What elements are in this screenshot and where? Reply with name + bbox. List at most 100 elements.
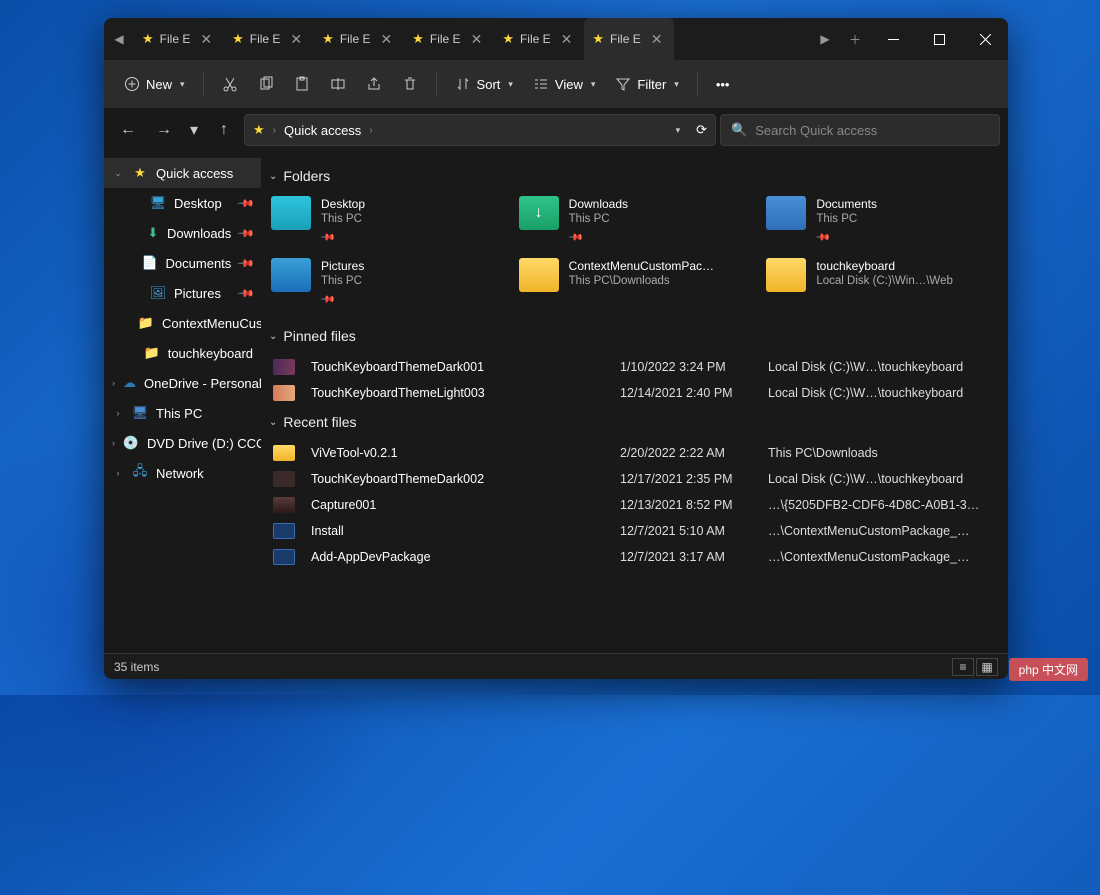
sidebar-item[interactable]: ›🖥This PC [104, 398, 261, 428]
tab-scroll-left[interactable]: ◀ [104, 18, 134, 60]
star-icon: ★ [132, 165, 148, 181]
new-button[interactable]: New▾ [116, 70, 193, 98]
back-button[interactable]: ← [112, 114, 144, 146]
tab[interactable]: ★File E✕ [134, 18, 224, 60]
sidebar-item-label: Pictures [174, 286, 221, 301]
new-tab-button[interactable]: ＋ [840, 31, 870, 48]
paste-button[interactable] [286, 70, 318, 98]
star-icon: ★ [592, 31, 604, 47]
chevron-down-icon: ⌄ [269, 171, 277, 182]
search-input[interactable] [755, 123, 989, 138]
rename-icon [330, 76, 346, 92]
main-body: ⌄★Quick access🖥Desktop📌⬇Downloads📌📄Docum… [104, 152, 1008, 653]
sidebar-item[interactable]: 📄Documents📌 [104, 248, 261, 278]
view-button[interactable]: View▾ [525, 70, 603, 98]
close-button[interactable] [962, 18, 1008, 60]
folder-item[interactable]: ContextMenuCustomPac… This PC\Downloads [517, 256, 745, 308]
file-name: ViVeTool-v0.2.1 [311, 446, 612, 460]
folder-item[interactable]: touchkeyboard Local Disk (C:)\Win…\Web [764, 256, 992, 308]
file-name: TouchKeyboardThemeDark002 [311, 472, 612, 486]
tab[interactable]: ★File E✕ [404, 18, 494, 60]
titlebar: ◀ ★File E✕★File E✕★File E✕★File E✕★File … [104, 18, 1008, 60]
rename-button[interactable] [322, 70, 354, 98]
tab[interactable]: ★File E✕ [494, 18, 584, 60]
tab[interactable]: ★File E✕ [584, 18, 674, 60]
ellipsis-icon: ••• [716, 77, 730, 92]
pinned-section-header[interactable]: ⌄ Pinned files [269, 328, 992, 344]
folder-item[interactable]: Documents This PC 📌 [764, 194, 992, 246]
maximize-button[interactable] [916, 18, 962, 60]
refresh-button[interactable]: ⟳ [696, 122, 707, 138]
sidebar-item[interactable]: 🖥Desktop📌 [104, 188, 261, 218]
sidebar-item[interactable]: ›☁OneDrive - Personal [104, 368, 261, 398]
search-box[interactable]: 🔍 [720, 114, 1000, 146]
expand-icon: › [112, 378, 115, 388]
folder-item[interactable]: ↓ Downloads This PC 📌 [517, 194, 745, 246]
file-date: 2/20/2022 2:22 AM [620, 446, 760, 460]
file-row[interactable]: Add-AppDevPackage 12/7/2021 3:17 AM …\Co… [269, 544, 992, 570]
file-row[interactable]: Capture001 12/13/2021 8:52 PM …\{5205DFB… [269, 492, 992, 518]
history-dropdown[interactable]: ▾ [676, 125, 681, 136]
file-name: Install [311, 524, 612, 538]
folders-section-header[interactable]: ⌄ Folders [269, 168, 992, 184]
sort-icon [455, 76, 471, 92]
more-button[interactable]: ••• [708, 71, 738, 98]
close-tab-button[interactable]: ✕ [286, 29, 306, 50]
sidebar-item-label: Network [156, 466, 204, 481]
sidebar-item[interactable]: ⬇Downloads📌 [104, 218, 261, 248]
file-row[interactable]: TouchKeyboardThemeLight003 12/14/2021 2:… [269, 380, 992, 406]
tab[interactable]: ★File E✕ [224, 18, 314, 60]
search-icon: 🔍 [731, 122, 747, 138]
file-row[interactable]: TouchKeyboardThemeDark001 1/10/2022 3:24… [269, 354, 992, 380]
folder-info: ContextMenuCustomPac… This PC\Downloads [569, 258, 714, 290]
close-tab-button[interactable]: ✕ [557, 29, 577, 50]
close-tab-button[interactable]: ✕ [377, 29, 397, 50]
tab[interactable]: ★File E✕ [314, 18, 404, 60]
desktop-icon: 🖥 [150, 195, 166, 211]
sidebar-item[interactable]: 🖼Pictures📌 [104, 278, 261, 308]
sidebar-item[interactable]: ⌄★Quick access [104, 158, 261, 188]
sidebar-item[interactable]: ›💿DVD Drive (D:) CCCO [104, 428, 261, 458]
copy-button[interactable] [250, 70, 282, 98]
folder-item[interactable]: Pictures This PC 📌 [269, 256, 497, 308]
close-tab-button[interactable]: ✕ [647, 29, 667, 50]
file-location: …\ContextMenuCustomPackage_… [768, 550, 988, 564]
up-button[interactable]: ↑ [208, 114, 240, 146]
new-label: New [146, 77, 172, 92]
recent-section-header[interactable]: ⌄ Recent files [269, 414, 992, 430]
breadcrumb-location[interactable]: Quick access [284, 123, 361, 138]
file-row[interactable]: Install 12/7/2021 5:10 AM …\ContextMenuC… [269, 518, 992, 544]
sidebar-item[interactable]: 📁touchkeyboard [104, 338, 261, 368]
expand-icon: › [112, 468, 124, 478]
cut-button[interactable] [214, 70, 246, 98]
sidebar-item[interactable]: 📁ContextMenuCust [104, 308, 261, 338]
pin-icon: 📌 [237, 284, 256, 303]
delete-button[interactable] [394, 70, 426, 98]
file-location: …\ContextMenuCustomPackage_… [768, 524, 988, 538]
folder-info: Downloads This PC 📌 [569, 196, 628, 244]
expand-icon: › [112, 438, 115, 448]
close-tab-button[interactable]: ✕ [467, 29, 487, 50]
trash-icon [402, 76, 418, 92]
minimize-button[interactable] [870, 18, 916, 60]
copy-icon [258, 76, 274, 92]
recent-locations-button[interactable]: ▾ [184, 114, 204, 146]
tab-scroll-right[interactable]: ▶ [810, 18, 840, 60]
filter-button[interactable]: Filter▾ [607, 70, 686, 98]
close-tab-button[interactable]: ✕ [196, 29, 216, 50]
sidebar-item-label: ContextMenuCust [162, 316, 261, 331]
forward-button[interactable]: → [148, 114, 180, 146]
tiles-view-button[interactable]: ▦ [976, 658, 998, 676]
address-bar[interactable]: ★ › Quick access › ▾ ⟳ [244, 114, 716, 146]
file-location: Local Disk (C:)\W…\touchkeyboard [768, 472, 988, 486]
share-button[interactable] [358, 70, 390, 98]
star-icon: ★ [502, 31, 514, 47]
folder-item[interactable]: Desktop This PC 📌 [269, 194, 497, 246]
sidebar-item[interactable]: ›🖧Network [104, 458, 261, 488]
sidebar-item-label: Downloads [167, 226, 231, 241]
folder-icon [766, 258, 806, 292]
details-view-button[interactable]: ≡ [952, 658, 974, 676]
file-row[interactable]: ViVeTool-v0.2.1 2/20/2022 2:22 AM This P… [269, 440, 992, 466]
file-row[interactable]: TouchKeyboardThemeDark002 12/17/2021 2:3… [269, 466, 992, 492]
sort-button[interactable]: Sort▾ [447, 70, 521, 98]
